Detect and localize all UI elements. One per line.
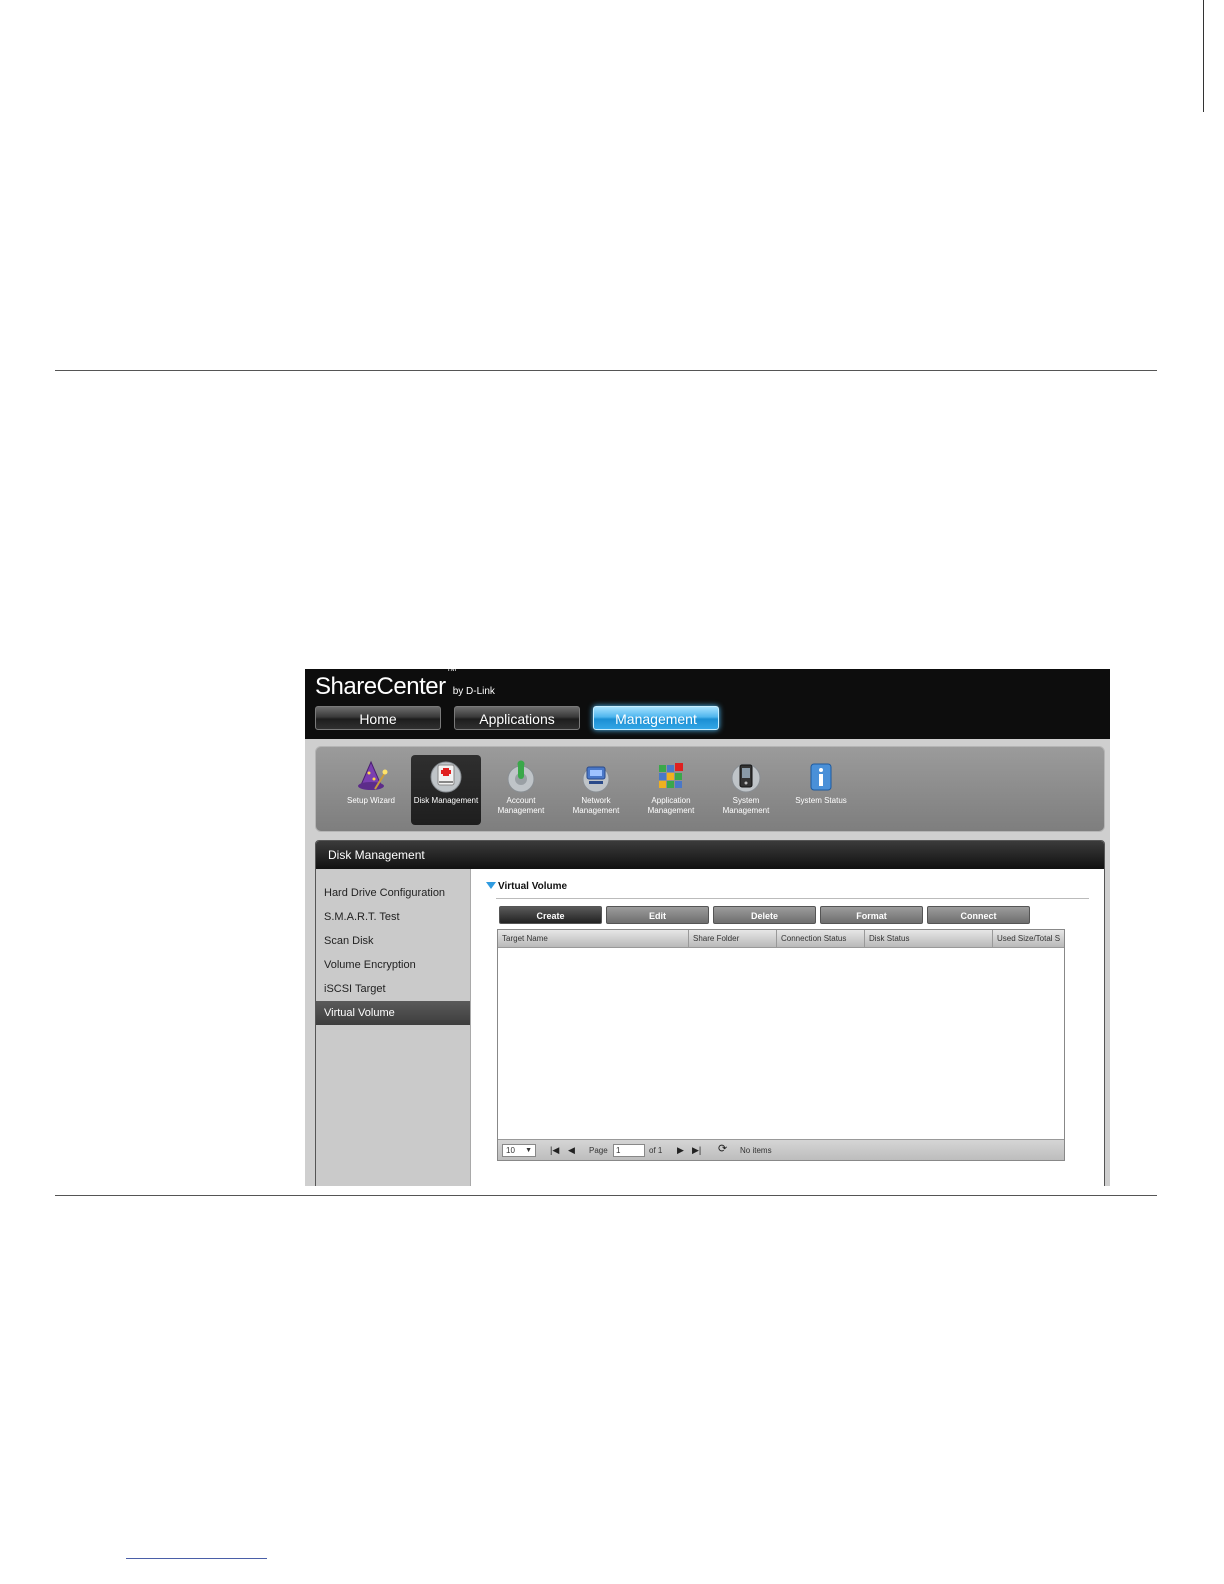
create-button[interactable]: Create (499, 906, 602, 924)
icon-label: Disk Management (413, 796, 479, 805)
brand-name: ShareCenter (315, 673, 446, 700)
page-number-input[interactable]: 1 (613, 1144, 645, 1157)
page-size-value: 10 (506, 1146, 515, 1155)
tab-management[interactable]: Management (593, 706, 719, 730)
first-page-icon[interactable]: |◀ (550, 1144, 559, 1156)
sidebar-item-virtual-volume[interactable]: Virtual Volume (316, 1001, 470, 1025)
section-title: Virtual Volume (498, 881, 568, 892)
sidebar: Hard Drive Configuration S.M.A.R.T. Test… (316, 869, 471, 1186)
delete-button[interactable]: Delete (713, 906, 816, 924)
disk-management-panel: Disk Management Hard Drive Configuration… (315, 840, 1105, 1186)
prev-page-icon[interactable]: ◀ (568, 1144, 575, 1156)
footer-link-line (126, 1558, 267, 1559)
column-used-size[interactable]: Used Size/Total S (993, 930, 1064, 948)
icon-label: System Status (795, 796, 847, 805)
format-button[interactable]: Format (820, 906, 923, 924)
network-management-icon (582, 765, 610, 793)
account-management-button[interactable]: Account Management (486, 755, 556, 825)
management-icon-bar: Setup Wizard Disk Management Account Man… (315, 746, 1105, 832)
page-count: of 1 (649, 1146, 663, 1155)
network-management-button[interactable]: Network Management (561, 755, 631, 825)
sharecenter-screenshot: ShareCenterTM by D-Link Home Applications… (305, 669, 1110, 1186)
refresh-icon[interactable]: ⟳ (718, 1143, 727, 1155)
icon-label: System Management (722, 796, 770, 815)
system-status-button[interactable]: System Status (786, 755, 856, 825)
icon-label: Network Management (572, 796, 620, 815)
system-management-button[interactable]: System Management (711, 755, 781, 825)
page-divider-bottom (55, 1195, 1157, 1196)
last-page-icon[interactable]: ▶| (692, 1144, 701, 1156)
brand-sub: by D-Link (452, 686, 495, 697)
edit-button[interactable]: Edit (606, 906, 709, 924)
page-size-select[interactable]: 10 ▼ (502, 1144, 536, 1157)
application-management-icon (659, 763, 683, 788)
application-management-button[interactable]: Application Management (636, 755, 706, 825)
account-management-icon (507, 760, 535, 793)
page-edge-line (1203, 0, 1204, 112)
icon-label: Application Management (647, 796, 695, 815)
column-disk-status[interactable]: Disk Status (865, 930, 993, 948)
sidebar-item-hard-drive-configuration[interactable]: Hard Drive Configuration (316, 881, 470, 905)
column-share-folder[interactable]: Share Folder (689, 930, 777, 948)
page-divider-top (55, 370, 1157, 371)
column-target-name[interactable]: Target Name (498, 930, 689, 948)
sidebar-item-scan-disk[interactable]: Scan Disk (316, 929, 470, 953)
page-label: Page (589, 1146, 608, 1155)
virtual-volume-table: Target Name Share Folder Connection Stat… (497, 929, 1065, 1161)
section-divider (496, 898, 1089, 899)
top-bar: ShareCenterTM by D-Link Home Applications… (305, 669, 1110, 739)
dropdown-arrow-icon: ▼ (525, 1147, 532, 1154)
next-page-icon[interactable]: ▶ (677, 1144, 684, 1156)
panel-title: Disk Management (316, 841, 1104, 869)
tab-home[interactable]: Home (315, 706, 441, 730)
content-area: Virtual Volume Create Edit Delete Format… (486, 869, 1096, 1186)
system-management-icon (731, 763, 761, 793)
wizard-icon (358, 760, 388, 790)
disk-management-icon (430, 761, 462, 793)
sidebar-item-smart-test[interactable]: S.M.A.R.T. Test (316, 905, 470, 929)
icon-label: Setup Wizard (346, 796, 396, 805)
table-pager: 10 ▼ |◀ ◀ Page 1 of 1 ▶ ▶| ⟳ No items (498, 1139, 1064, 1160)
disk-management-button[interactable]: Disk Management (411, 755, 481, 825)
tab-applications[interactable]: Applications (454, 706, 580, 730)
sidebar-item-volume-encryption[interactable]: Volume Encryption (316, 953, 470, 977)
connect-button[interactable]: Connect (927, 906, 1030, 924)
pager-status: No items (740, 1146, 772, 1155)
sidebar-item-iscsi-target[interactable]: iSCSI Target (316, 977, 470, 1001)
collapse-arrow-icon (486, 882, 496, 889)
setup-wizard-button[interactable]: Setup Wizard (336, 755, 406, 825)
section-header[interactable]: Virtual Volume (486, 881, 567, 892)
column-connection-status[interactable]: Connection Status (777, 930, 865, 948)
brand-trademark: TM (446, 669, 457, 673)
table-header: Target Name Share Folder Connection Stat… (498, 930, 1064, 948)
icon-label: Account Management (497, 796, 545, 815)
info-icon (810, 763, 832, 791)
brand-logo: ShareCenterTM by D-Link (315, 669, 495, 701)
